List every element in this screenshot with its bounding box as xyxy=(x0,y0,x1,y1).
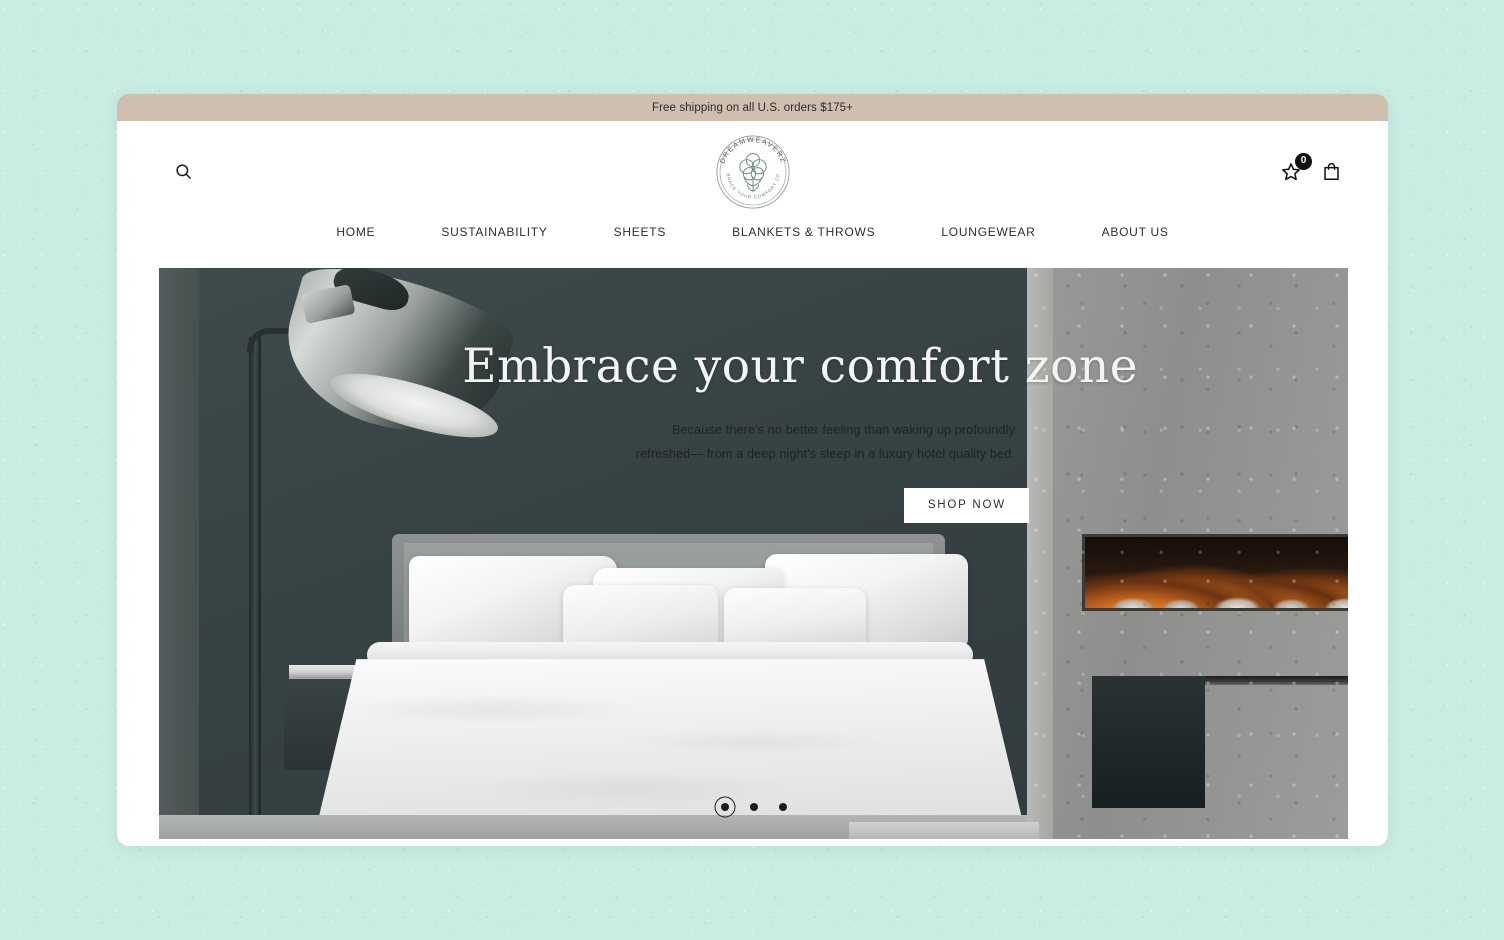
hero-section: Embrace your comfort zone Because there'… xyxy=(117,268,1388,846)
hero-title: Embrace your comfort zone xyxy=(462,339,1139,395)
carousel-dot-3[interactable] xyxy=(778,803,787,811)
nav-item-sustainability[interactable]: SUSTAINABILITY xyxy=(408,225,580,239)
shop-now-button[interactable]: SHOP NOW xyxy=(904,487,1030,523)
hero-subtitle-line-2: from a deep night's sleep in a luxury ho… xyxy=(706,446,1016,461)
nav-item-about-us[interactable]: ABOUT US xyxy=(1069,225,1202,239)
wishlist-count-badge: 0 xyxy=(1295,152,1312,170)
search-button[interactable] xyxy=(170,159,196,185)
search-icon xyxy=(175,164,191,179)
carousel-dot-1[interactable] xyxy=(720,803,729,811)
hero-content: Embrace your comfort zone Because there'… xyxy=(159,268,1348,839)
site-header: DREAMWEAVERZ EMBRACE YOUR COMFORT ZONE 0 xyxy=(117,121,1388,222)
nav-item-home[interactable]: HOME xyxy=(303,225,408,239)
announcement-bar: Free shipping on all U.S. orders $175+ xyxy=(117,94,1388,121)
cart-button[interactable] xyxy=(1319,160,1343,184)
hero-banner: Embrace your comfort zone Because there'… xyxy=(159,268,1348,839)
nav-item-loungewear[interactable]: LOUNGEWEAR xyxy=(908,225,1068,239)
nav-item-blankets-throws[interactable]: BLANKETS & THROWS xyxy=(699,225,908,239)
carousel-dots xyxy=(720,803,787,811)
site-logo[interactable]: DREAMWEAVERZ EMBRACE YOUR COMFORT ZONE xyxy=(709,128,797,216)
main-navigation: HOME SUSTAINABILITY SHEETS BLANKETS & TH… xyxy=(117,222,1388,268)
shopping-bag-icon xyxy=(1323,162,1339,181)
announcement-text: Free shipping on all U.S. orders $175+ xyxy=(651,101,853,114)
nav-item-sheets[interactable]: SHEETS xyxy=(581,225,700,239)
svg-text:DREAMWEAVERZ: DREAMWEAVERZ xyxy=(718,135,787,164)
browser-window: Free shipping on all U.S. orders $175+ D… xyxy=(117,94,1388,846)
hero-subtitle: Because there's no better feeling than w… xyxy=(615,419,1015,466)
header-actions: 0 xyxy=(1279,152,1343,184)
carousel-dot-2[interactable] xyxy=(749,803,758,811)
wishlist-button[interactable]: 0 xyxy=(1279,152,1312,184)
logo-badge-icon: DREAMWEAVERZ EMBRACE YOUR COMFORT ZONE xyxy=(709,128,790,209)
